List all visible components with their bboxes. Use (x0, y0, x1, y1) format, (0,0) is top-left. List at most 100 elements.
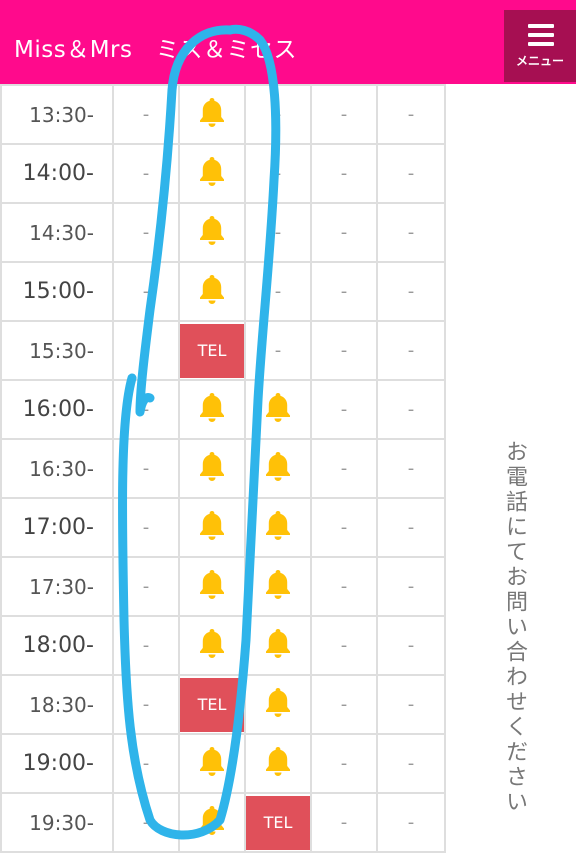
schedule-row: 13:30- - - - - (0, 84, 446, 145)
bell-icon[interactable] (263, 686, 293, 718)
unavailable-slot-cell: - (376, 84, 446, 145)
unavailable-slot-cell: - (310, 497, 378, 558)
bell-icon[interactable] (197, 155, 227, 187)
unavailable-slot-cell: - (112, 261, 180, 322)
unavailable-slot-cell: - (310, 202, 378, 263)
reserve-slot-cell[interactable] (244, 556, 312, 617)
bell-icon[interactable] (197, 273, 227, 305)
time-slot-label: 16:30- (0, 438, 114, 499)
unavailable-slot-cell: - (376, 143, 446, 204)
schedule-row: 19:30- - TEL - - (0, 792, 446, 853)
unavailable-slot-cell: - (376, 497, 446, 558)
contact-note: お電話にてお問い合わせください (502, 440, 527, 815)
unavailable-slot-cell: - (376, 261, 446, 322)
time-slot-label: 19:30- (0, 792, 114, 853)
bell-icon[interactable] (263, 509, 293, 541)
unavailable-slot-cell: - (112, 202, 180, 263)
reserve-slot-cell[interactable] (178, 792, 246, 853)
menu-button[interactable]: メニュー (504, 10, 576, 82)
tel-button[interactable]: TEL (180, 323, 244, 378)
site-title[interactable]: Miss＆Mrs ミス＆ミセス (14, 30, 297, 64)
unavailable-slot-cell: - (310, 320, 378, 381)
tel-slot-cell[interactable]: TEL (178, 320, 246, 381)
unavailable-slot-cell: - (310, 84, 378, 145)
unavailable-slot-cell: - (112, 438, 180, 499)
unavailable-slot-cell: - (244, 261, 312, 322)
tel-slot-cell[interactable]: TEL (244, 792, 312, 853)
schedule-row: 15:30- - TEL - - - (0, 320, 446, 381)
schedule-row: 17:30- - - - (0, 556, 446, 617)
bell-icon[interactable] (197, 627, 227, 659)
reserve-slot-cell[interactable] (244, 379, 312, 440)
bell-icon[interactable] (197, 391, 227, 423)
unavailable-slot-cell: - (112, 497, 180, 558)
unavailable-slot-cell: - (310, 143, 378, 204)
unavailable-slot-cell: - (112, 143, 180, 204)
reserve-slot-cell[interactable] (178, 556, 246, 617)
reserve-slot-cell[interactable] (244, 497, 312, 558)
reserve-slot-cell[interactable] (178, 438, 246, 499)
time-slot-label: 14:00- (0, 143, 114, 204)
reserve-slot-cell[interactable] (244, 615, 312, 676)
time-slot-label: 15:00- (0, 261, 114, 322)
tel-slot-cell[interactable]: TEL (178, 674, 246, 735)
bell-icon[interactable] (197, 804, 227, 836)
tel-button[interactable]: TEL (246, 795, 310, 850)
bell-icon[interactable] (197, 568, 227, 600)
unavailable-slot-cell: - (112, 320, 180, 381)
unavailable-slot-cell: - (310, 379, 378, 440)
unavailable-slot-cell: - (112, 84, 180, 145)
bell-icon[interactable] (197, 96, 227, 128)
unavailable-slot-cell: - (112, 379, 180, 440)
reserve-slot-cell[interactable] (178, 261, 246, 322)
bell-icon[interactable] (197, 214, 227, 246)
bell-icon[interactable] (263, 745, 293, 777)
unavailable-slot-cell: - (244, 84, 312, 145)
reservation-table: 13:30- - - - -14:00- - - - -14:30- - - - -15:00- - - - -… (0, 84, 446, 853)
time-slot-label: 18:00- (0, 615, 114, 676)
reserve-slot-cell[interactable] (178, 497, 246, 558)
unavailable-slot-cell: - (112, 556, 180, 617)
reserve-slot-cell[interactable] (244, 674, 312, 735)
unavailable-slot-cell: - (112, 615, 180, 676)
reserve-slot-cell[interactable] (178, 202, 246, 263)
reserve-slot-cell[interactable] (244, 733, 312, 794)
unavailable-slot-cell: - (244, 320, 312, 381)
bell-icon[interactable] (263, 450, 293, 482)
bell-icon[interactable] (197, 450, 227, 482)
reserve-slot-cell[interactable] (178, 733, 246, 794)
bell-icon[interactable] (263, 568, 293, 600)
time-slot-label: 17:30- (0, 556, 114, 617)
schedule-row: 15:00- - - - - (0, 261, 446, 322)
time-slot-label: 13:30- (0, 84, 114, 145)
time-slot-label: 15:30- (0, 320, 114, 381)
bell-icon[interactable] (197, 745, 227, 777)
unavailable-slot-cell: - (376, 733, 446, 794)
reserve-slot-cell[interactable] (178, 379, 246, 440)
unavailable-slot-cell: - (310, 438, 378, 499)
bell-icon[interactable] (263, 391, 293, 423)
tel-button[interactable]: TEL (180, 677, 244, 732)
unavailable-slot-cell: - (310, 261, 378, 322)
time-slot-label: 18:30- (0, 674, 114, 735)
unavailable-slot-cell: - (310, 674, 378, 735)
bell-icon[interactable] (197, 509, 227, 541)
unavailable-slot-cell: - (112, 674, 180, 735)
unavailable-slot-cell: - (112, 792, 180, 853)
menu-label: メニュー (515, 54, 564, 68)
schedule-row: 18:00- - - - (0, 615, 446, 676)
unavailable-slot-cell: - (310, 792, 378, 853)
unavailable-slot-cell: - (376, 615, 446, 676)
reserve-slot-cell[interactable] (178, 84, 246, 145)
reserve-slot-cell[interactable] (178, 615, 246, 676)
unavailable-slot-cell: - (310, 556, 378, 617)
reserve-slot-cell[interactable] (244, 438, 312, 499)
bell-icon[interactable] (263, 627, 293, 659)
time-slot-label: 19:00- (0, 733, 114, 794)
reserve-slot-cell[interactable] (178, 143, 246, 204)
hamburger-icon (528, 24, 554, 46)
site-header: Miss＆Mrs ミス＆ミセス メニュー (0, 0, 576, 84)
unavailable-slot-cell: - (244, 202, 312, 263)
schedule-row: 18:30- - TEL - - (0, 674, 446, 735)
unavailable-slot-cell: - (244, 143, 312, 204)
